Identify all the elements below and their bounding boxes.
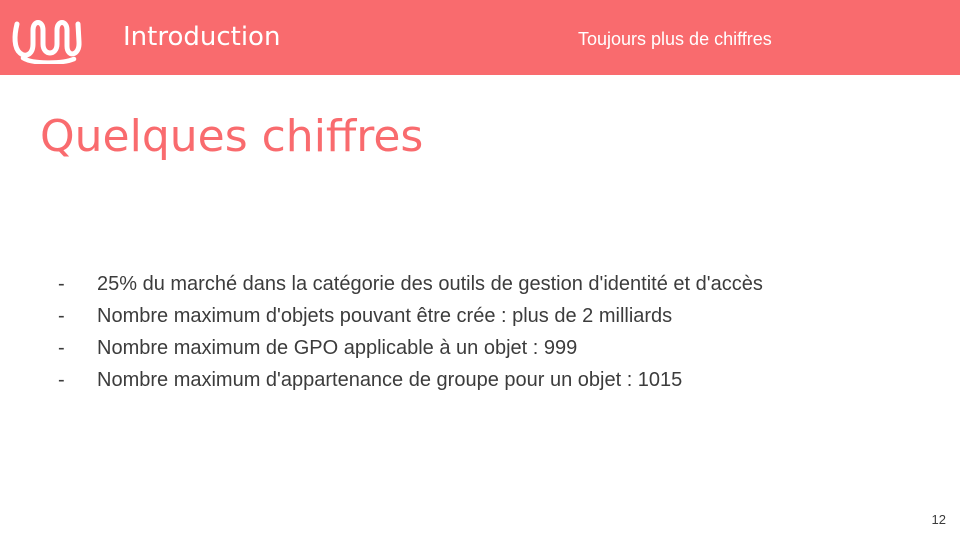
wavy-squiggle-logo-icon bbox=[12, 20, 82, 64]
bullet-list: - 25% du marché dans la catégorie des ou… bbox=[58, 268, 858, 396]
slide-number: 12 bbox=[931, 512, 946, 527]
bullet-text: Nombre maximum de GPO applicable à un ob… bbox=[97, 337, 578, 359]
bullet-dash: - bbox=[58, 337, 65, 359]
bullet-text: Nombre maximum d'appartenance de groupe … bbox=[97, 369, 683, 391]
page-title: Quelques chiffres bbox=[40, 111, 424, 162]
section-title: Introduction bbox=[123, 22, 281, 52]
bullet-item: - Nombre maximum d'appartenance de group… bbox=[58, 364, 858, 396]
bullet-dash: - bbox=[58, 305, 65, 327]
slide: Introduction Toujours plus de chiffres Q… bbox=[0, 0, 960, 540]
bullet-item: - 25% du marché dans la catégorie des ou… bbox=[58, 268, 858, 300]
section-subtitle: Toujours plus de chiffres bbox=[578, 29, 772, 49]
header-bar: Introduction Toujours plus de chiffres bbox=[0, 0, 960, 75]
bullet-dash: - bbox=[58, 273, 65, 295]
bullet-dash: - bbox=[58, 369, 65, 391]
bullet-text: 25% du marché dans la catégorie des outi… bbox=[97, 273, 763, 295]
bullet-item: - Nombre maximum de GPO applicable à un … bbox=[58, 332, 858, 364]
bullet-text: Nombre maximum d'objets pouvant être cré… bbox=[97, 305, 673, 327]
bullet-item: - Nombre maximum d'objets pouvant être c… bbox=[58, 300, 858, 332]
